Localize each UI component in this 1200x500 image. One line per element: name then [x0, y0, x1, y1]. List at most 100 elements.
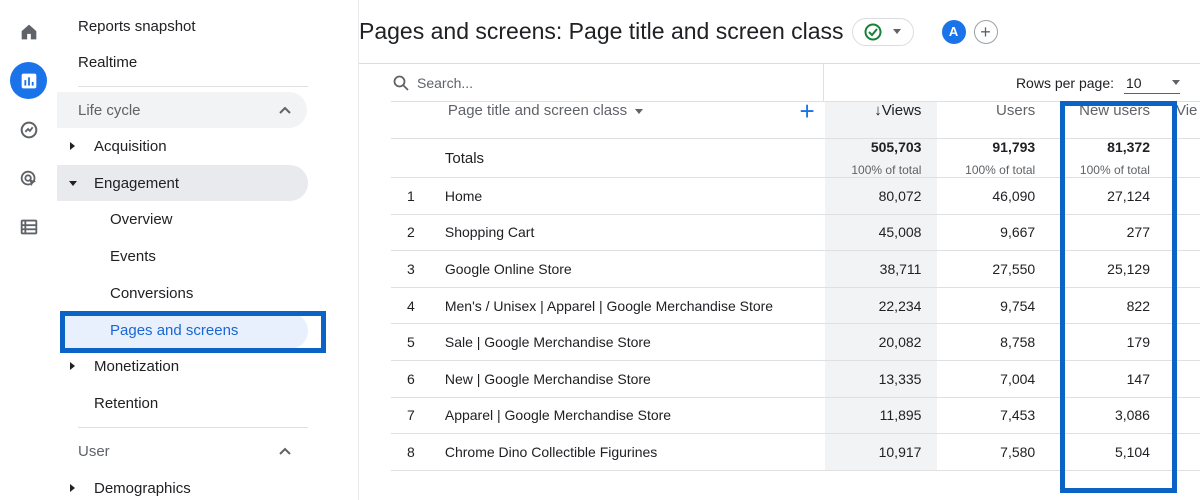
row-index: 8 [391, 433, 431, 471]
icon-rail [0, 0, 57, 500]
row-page-title: Men's / Unisex | Apparel | Google Mercha… [430, 287, 825, 325]
caret-right-icon [70, 142, 75, 150]
page-title: Pages and screens: Page title and screen… [359, 18, 844, 44]
row-page-title: Apparel | Google Merchandise Store [430, 397, 825, 435]
rows-per-page-value: 10 [1126, 74, 1142, 91]
caret-right-icon [70, 362, 75, 370]
search-icon [393, 75, 409, 91]
configure-list-icon[interactable] [10, 208, 47, 245]
users-header[interactable]: Users [937, 102, 1058, 140]
nav-conversions[interactable]: Conversions [110, 275, 193, 311]
row-page-title: Google Online Store [430, 250, 825, 288]
rows-per-page: Rows per page: 10 [1016, 64, 1180, 102]
caret-right-icon [70, 484, 75, 492]
caret-down-icon [69, 180, 77, 186]
row-users: 7,004 [937, 360, 1058, 398]
dropdown-arrow-icon [1172, 80, 1180, 85]
chevron-up-icon [279, 106, 291, 114]
row-page-title: Chrome Dino Collectible Figurines [430, 433, 825, 471]
reports-icon[interactable] [10, 62, 47, 99]
row-users: 9,754 [937, 287, 1058, 325]
row-views: 80,072 [824, 177, 938, 215]
avatar[interactable]: A [941, 19, 966, 44]
section-label: User [78, 442, 110, 460]
nav-item-label: Acquisition [94, 137, 167, 155]
nav-item-label: Conversions [110, 284, 194, 302]
nav-reports-snapshot[interactable]: Reports snapshot [78, 8, 196, 44]
row-page-title: Shopping Cart [430, 214, 825, 252]
nav-item-label: Realtime [78, 53, 138, 71]
row-users: 46,090 [937, 177, 1058, 215]
row-page-title: Home [430, 177, 825, 215]
selection-annotation-box [60, 311, 326, 353]
nav-item-label: Events [110, 247, 156, 265]
row-views: 38,711 [824, 250, 938, 288]
explore-icon[interactable] [10, 111, 47, 148]
nav-section-lifecycle[interactable]: Life cycle [57, 92, 307, 128]
row-views: 45,008 [824, 214, 938, 252]
nav-section-user[interactable]: User [57, 433, 307, 469]
row-index: 6 [391, 360, 431, 398]
nav-demographics[interactable]: Demographics [70, 470, 191, 500]
totals-users: 91,793 100% of total [937, 138, 1058, 179]
nav-realtime[interactable]: Realtime [78, 44, 137, 80]
views-header[interactable]: ↓Views [824, 102, 938, 140]
nav-item-label: Engagement [94, 174, 180, 192]
totals-users-value: 91,793 [992, 139, 1036, 156]
add-comparison-button[interactable]: + [973, 19, 998, 44]
index-cell [391, 138, 431, 179]
rows-per-page-select[interactable]: 10 [1124, 73, 1180, 94]
row-page-title: Sale | Google Merchandise Store [430, 323, 825, 362]
totals-views: 505,703 100% of total [824, 138, 938, 179]
row-index: 3 [391, 250, 431, 288]
nav-divider [78, 86, 308, 87]
nav-item-label: Overview [110, 210, 173, 228]
nav-divider [78, 427, 308, 428]
rows-per-page-label: Rows per page: [1015, 75, 1114, 91]
home-icon[interactable] [10, 13, 47, 50]
nav-item-label: Reports snapshot [78, 17, 196, 35]
dropdown-arrow-icon [893, 29, 902, 34]
row-views: 20,082 [824, 323, 938, 362]
row-users: 7,580 [937, 433, 1058, 471]
totals-views-value: 505,703 [870, 139, 922, 156]
row-index: 7 [391, 397, 431, 435]
advertising-icon[interactable] [10, 160, 47, 197]
row-index: 5 [391, 323, 431, 362]
search-input[interactable] [417, 75, 797, 91]
nav-item-label: Monetization [94, 357, 180, 375]
row-views: 10,917 [824, 433, 938, 471]
totals-views-pct: 100% of total [851, 163, 922, 178]
chevron-up-icon [279, 447, 291, 455]
row-page-title: New | Google Merchandise Store [430, 360, 825, 398]
nav-overview[interactable]: Overview [110, 201, 173, 237]
table-toolbar: Rows per page: 10 [391, 64, 1200, 102]
dimension-header-label: Page title and screen class [447, 102, 628, 119]
row-users: 27,550 [937, 250, 1058, 288]
totals-label: Totals [430, 138, 825, 179]
nav-item-label: Retention [94, 394, 159, 412]
row-views: 13,335 [824, 360, 938, 398]
dimension-header[interactable]: Page title and screen class + [430, 98, 825, 140]
nav-monetization[interactable]: Monetization [70, 348, 179, 384]
report-nav-panel: Reports snapshot Realtime Life cycle Acq… [57, 0, 359, 500]
page-header: Pages and screens: Page title and screen… [359, 0, 1200, 64]
nav-events[interactable]: Events [110, 238, 156, 274]
nav-engagement[interactable]: Engagement [69, 165, 179, 201]
dropdown-arrow-icon [635, 108, 644, 114]
row-index: 2 [391, 214, 431, 252]
nav-acquisition[interactable]: Acquisition [70, 128, 167, 164]
nav-item-label: Demographics [94, 479, 191, 497]
nav-retention[interactable]: Retention [94, 385, 158, 421]
new-users-annotation-box [1060, 101, 1177, 493]
row-users: 9,667 [937, 214, 1058, 252]
status-dropdown[interactable] [851, 17, 914, 46]
totals-users-pct: 100% of total [965, 163, 1036, 178]
row-views: 11,895 [824, 397, 938, 435]
row-views: 22,234 [824, 287, 938, 325]
add-dimension-icon[interactable]: + [799, 98, 814, 124]
row-index: 4 [391, 287, 431, 325]
row-users: 8,758 [937, 323, 1058, 362]
section-label: Life cycle [78, 101, 141, 119]
index-header [391, 102, 431, 140]
